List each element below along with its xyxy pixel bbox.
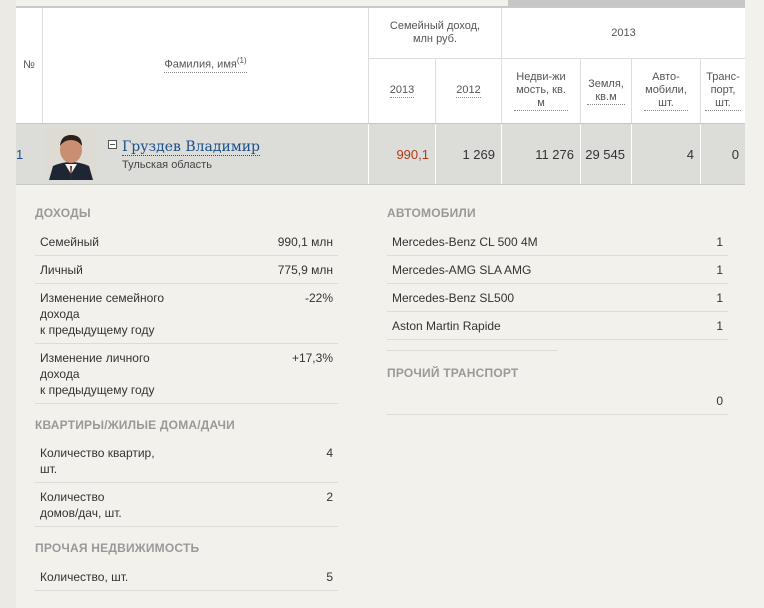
car-row: Aston Martin Rapide 1 [387, 312, 728, 340]
row-label: Изменение личного дохода к предыдущему г… [40, 351, 155, 397]
col-income-2012-header[interactable]: 2012 [435, 59, 501, 123]
housing-row-houses: Количество домов/дач, шт. 2 [35, 483, 338, 527]
row-value: +17,3% [291, 351, 333, 365]
car-model: Mercedes-AMG SLA AMG [392, 263, 532, 277]
car-row: Mercedes-Benz SL500 1 [387, 284, 728, 312]
expand-toggle-icon[interactable] [108, 140, 117, 149]
row-label: Количество домов/дач, шт. [40, 490, 122, 520]
income-2013-value: 990,1 [368, 124, 435, 184]
row-label: Количество квартир, шт. [40, 446, 155, 476]
other-property-row-count: Количество, шт. 5 [35, 562, 338, 591]
row-value: 5 [326, 570, 333, 584]
col-income-2013-header[interactable]: 2013 [368, 59, 435, 123]
col-cars-header[interactable]: Авто-мобили, шт. [631, 59, 700, 123]
other-transport-row: 0 [387, 387, 728, 415]
left-margin [0, 0, 16, 608]
row-value: 2 [326, 490, 333, 504]
col-transport-header[interactable]: Транс-порт, шт. [700, 59, 745, 123]
income-row-family-change: Изменение семейного дохода к предыдущему… [35, 284, 338, 344]
row-value: 990,1 млн [277, 235, 333, 249]
car-model: Mercedes-Benz CL 500 4M [392, 235, 538, 249]
row-value: 0 [716, 394, 723, 408]
table-header: № Фамилия, имя(1) Семейный доход, млн ру… [16, 8, 745, 123]
row-label: Изменение семейного дохода к предыдущему… [40, 291, 165, 337]
other-transport-section-title: ПРОЧИЙ ТРАНСПОРТ [387, 366, 519, 380]
table-row[interactable]: 1 Груздев Владимир Тульская область 990,… [16, 123, 745, 185]
person-name-block: Груздев Владимир [108, 138, 261, 156]
family-income-group-header: Семейный доход, млн руб. [368, 8, 501, 59]
row-value: 4 [326, 446, 333, 460]
col-real-estate-header[interactable]: Недви-жимость, кв.м [501, 59, 580, 123]
income-2012-value: 1 269 [435, 124, 501, 184]
row-label: Семейный [40, 235, 99, 249]
section-divider [387, 350, 557, 351]
row-label: Личный [40, 263, 83, 277]
person-photo [45, 128, 97, 180]
housing-row-apartments: Количество квартир, шт. 4 [35, 439, 338, 483]
car-count: 1 [716, 291, 723, 305]
land-value: 29 545 [580, 124, 631, 184]
person-region: Тульская область [122, 159, 212, 171]
transport-value: 0 [700, 124, 745, 184]
income-row-personal-change: Изменение личного дохода к предыдущему г… [35, 344, 338, 404]
cars-section-title: АВТОМОБИЛИ [387, 206, 476, 220]
car-count: 1 [716, 263, 723, 277]
row-value: 775,9 млн [277, 263, 333, 277]
income-section-title: ДОХОДЫ [35, 206, 91, 220]
car-model: Aston Martin Rapide [392, 319, 501, 333]
row-label: Количество, шт. [40, 570, 129, 584]
real-estate-value: 11 276 [501, 124, 580, 184]
income-row-family: Семейный 990,1 млн [35, 227, 338, 256]
car-count: 1 [716, 235, 723, 249]
person-name-link[interactable]: Груздев Владимир [122, 139, 261, 156]
car-count: 1 [716, 319, 723, 333]
cars-value: 4 [631, 124, 700, 184]
income-row-personal: Личный 775,9 млн [35, 256, 338, 284]
year-group-header: 2013 [501, 8, 745, 59]
housing-section-title: КВАРТИРЫ/ЖИЛЫЕ ДОМА/ДАЧИ [35, 418, 235, 432]
col-number-header: № [23, 59, 35, 71]
car-row: Mercedes-Benz CL 500 4M 1 [387, 227, 728, 256]
car-model: Mercedes-Benz SL500 [392, 291, 515, 305]
col-name-header[interactable]: Фамилия, имя(1) [42, 8, 368, 123]
row-number: 1 [16, 146, 24, 162]
car-row: Mercedes-AMG SLA AMG 1 [387, 256, 728, 284]
col-land-header[interactable]: Земля, кв.м [580, 59, 631, 123]
row-value: -22% [304, 291, 333, 305]
other-property-section-title: ПРОЧАЯ НЕДВИЖИМОСТЬ [35, 541, 200, 555]
